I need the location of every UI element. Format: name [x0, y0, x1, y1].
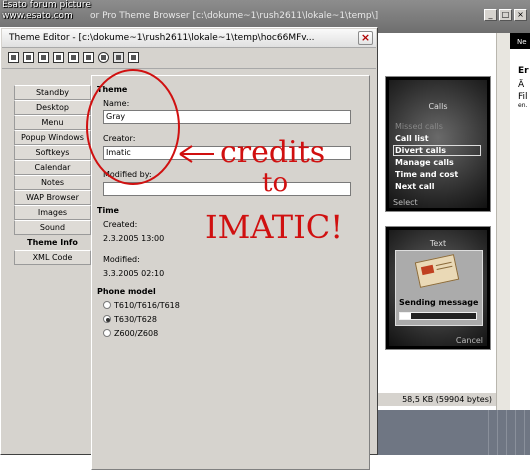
annotation-circle [86, 69, 180, 185]
annotation-text-imatic: IMATIC! [205, 208, 344, 246]
annotation-arrow [179, 145, 214, 163]
annotation-text-to: to [262, 168, 289, 198]
annotation-text-credits: credits [220, 135, 326, 170]
